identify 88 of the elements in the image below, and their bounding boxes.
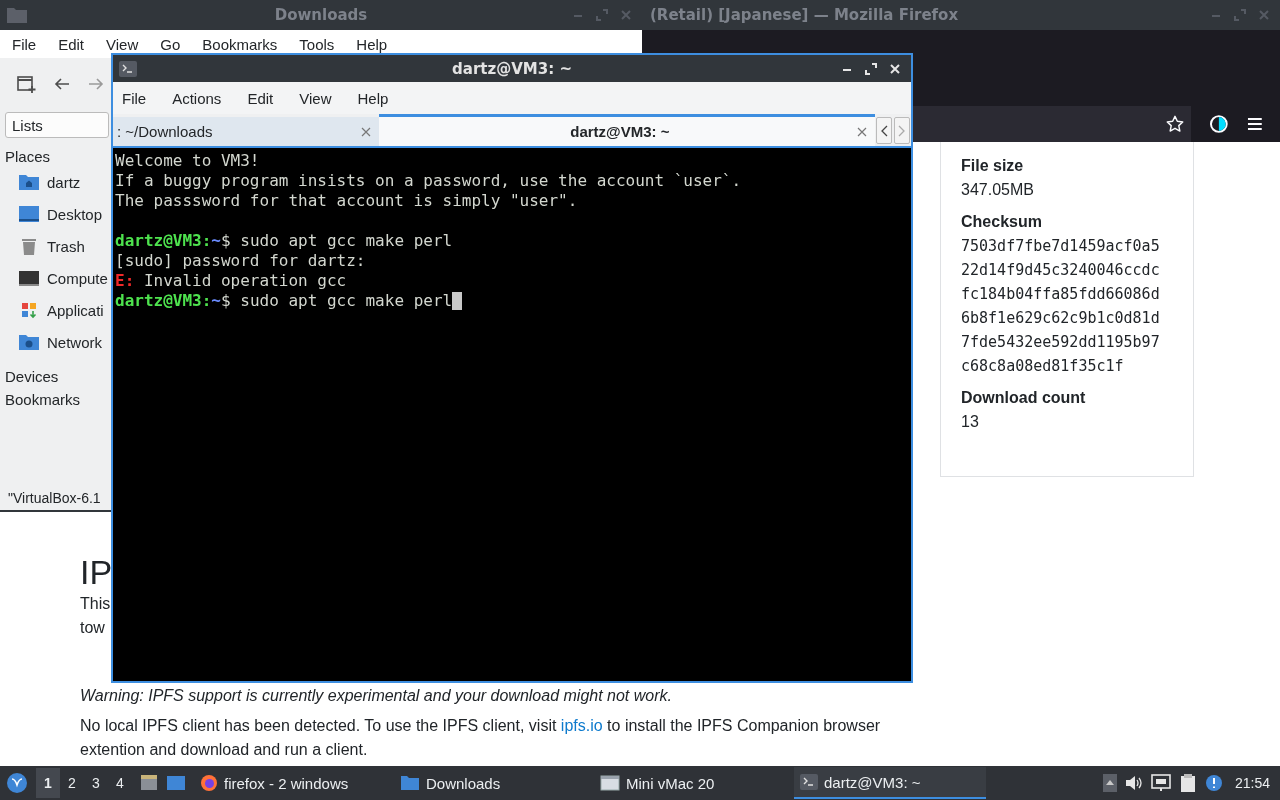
address-field[interactable]	[913, 105, 1191, 142]
detail-label: File size	[961, 156, 1025, 176]
detail-value: 13	[961, 412, 980, 432]
workspace-button[interactable]: 2	[60, 768, 84, 798]
terminal-line: E: Invalid operation gcc	[115, 271, 348, 291]
checksum-line: fc184b04ffa85fdd66086d	[961, 284, 1161, 305]
task-button[interactable]: firefox - 2 windows	[194, 767, 386, 799]
window-title: (Retail) [Japanese] — Mozilla Firefox	[650, 6, 959, 24]
close-icon[interactable]	[857, 126, 868, 137]
window-icon	[600, 775, 620, 791]
chevron-right-icon	[898, 124, 906, 137]
new-tab-icon[interactable]	[16, 74, 36, 94]
workspace-button[interactable]: 4	[108, 768, 132, 798]
place-item[interactable]: Desktop	[47, 205, 103, 223]
network-icon[interactable]	[1150, 774, 1171, 792]
clipboard-icon[interactable]	[1178, 773, 1197, 793]
list-selector[interactable]: Lists	[5, 112, 109, 138]
menu-item[interactable]: View	[106, 35, 139, 53]
paragraph-text: tow	[80, 618, 106, 638]
menu-item[interactable]: Edit	[58, 35, 85, 53]
detail-label: Download count	[961, 388, 1087, 408]
menu-item[interactable]: View	[299, 89, 332, 107]
computer-icon[interactable]	[18, 268, 40, 288]
desktop-icon[interactable]	[166, 774, 186, 792]
notification-icon[interactable]	[1204, 774, 1223, 792]
workspace-button[interactable]: 3	[84, 768, 108, 798]
prompt-line: dartz@VM3:~$ sudo apt gcc make perl	[115, 291, 453, 311]
menu-icon[interactable]	[1246, 115, 1264, 132]
menu-item[interactable]: Actions	[172, 89, 222, 107]
terminal-line: If a buggy program insists on a password, use the account `user`.	[115, 171, 743, 191]
prompt-line: dartz@VM3:~$ sudo apt gcc make perl	[115, 231, 453, 251]
back-arrow-icon[interactable]	[54, 76, 70, 92]
section-header[interactable]: Places	[5, 148, 51, 166]
section-header[interactable]: Devices	[5, 368, 59, 386]
task-button[interactable]: Downloads	[394, 767, 586, 799]
chevron-left-icon	[880, 124, 889, 137]
task-button[interactable]: dartz@VM3: ~	[794, 767, 986, 799]
section-header[interactable]: Bookmarks	[5, 391, 81, 409]
terminal-line: [sudo] password for dartz:	[115, 251, 367, 271]
place-item[interactable]: Compute	[47, 269, 108, 287]
checksum-line: 6b8f1e629c62c9b1c0d81d	[961, 308, 1161, 329]
firefox-icon	[200, 774, 218, 792]
checksum-line: 7fde5432ee592dd1195b97	[961, 332, 1161, 353]
ipfs-link[interactable]: ipfs.io	[560, 717, 603, 734]
warning-text: Warning: IPFS support is currently experimental and your download might not work.	[80, 686, 673, 706]
start-menu-icon[interactable]	[6, 772, 28, 794]
terminal-tab[interactable]: : ~/Downloads	[113, 117, 379, 146]
menu-item[interactable]: Help	[356, 35, 388, 53]
file-manager-icon[interactable]	[140, 774, 158, 792]
terminal-icon	[119, 60, 137, 77]
terminal-icon	[800, 774, 818, 790]
menu-item[interactable]: Tools	[299, 35, 335, 53]
star-icon[interactable]	[1165, 114, 1184, 133]
place-item[interactable]: Network	[47, 333, 102, 351]
page-heading: IP	[80, 552, 114, 592]
scroll-left-button[interactable]	[876, 117, 893, 144]
desktop-icon[interactable]	[18, 204, 40, 224]
window-title: dartz@VM3: ~	[452, 59, 572, 78]
speaker-icon[interactable]	[1124, 775, 1143, 791]
menu-item[interactable]: Help	[357, 89, 389, 107]
terminal-line: The passsword for that account is simply "user".	[115, 191, 579, 211]
place-item[interactable]: Trash	[47, 237, 85, 255]
half-circle-icon[interactable]	[1208, 113, 1229, 134]
checksum-line: 7503df7fbe7d1459acf0a5	[961, 236, 1161, 257]
notice-text: No local IPFS client has been detected. To use the IPFS client, visit ipfs.io to install the IPFS Companion browser extention and download and run a client.	[80, 716, 882, 760]
menu-item[interactable]: File	[122, 89, 147, 107]
menu-item[interactable]: File	[12, 35, 37, 53]
checksum-line: 22d14f9d45c3240046ccdc	[961, 260, 1161, 281]
home-folder-icon[interactable]	[18, 172, 40, 192]
status-text: "VirtualBox-6.1	[7, 490, 102, 506]
paragraph-text: This	[80, 594, 112, 614]
folder-icon	[400, 775, 420, 791]
menu-item[interactable]: Bookmarks	[202, 35, 278, 53]
network-folder-icon[interactable]	[18, 332, 40, 352]
detail-label: Checksum	[961, 212, 1043, 232]
clock[interactable]: 21:54	[1230, 775, 1274, 791]
checksum-line: c68c8a08ed81f35c1f	[961, 356, 1125, 377]
terminal-line: Welcome to VM3!	[115, 151, 261, 171]
menu-item[interactable]: Edit	[247, 89, 274, 107]
place-item[interactable]: Applicati	[47, 301, 104, 319]
place-item[interactable]: dartz	[47, 173, 81, 191]
detail-value: 347.05MB	[961, 180, 1035, 200]
window-title: Downloads	[274, 6, 368, 24]
folder-icon	[6, 6, 28, 24]
task-button[interactable]: Mini vMac 20	[594, 767, 786, 799]
menu-item[interactable]: Go	[160, 35, 181, 53]
workspace-button[interactable]: 1	[36, 768, 60, 798]
terminal-tab[interactable]: dartz@VM3: ~	[378, 114, 876, 146]
